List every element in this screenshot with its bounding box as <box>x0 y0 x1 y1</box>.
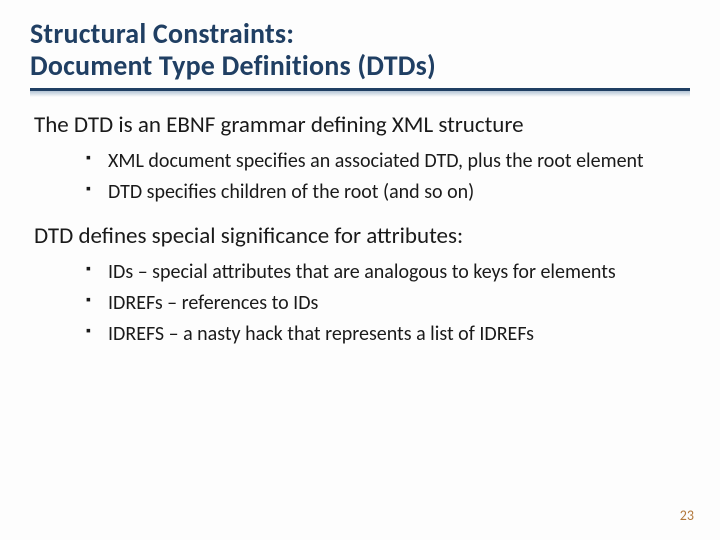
list-item: DTD specifies children of the root (and … <box>86 177 690 208</box>
list-item: IDREFs – references to IDs <box>86 288 690 319</box>
bullet-list: XML document specifies an associated DTD… <box>86 146 690 208</box>
title-line-1: Structural Constraints: <box>30 16 294 51</box>
bullet-list: IDs – special attributes that are analog… <box>86 257 690 350</box>
list-item: IDREFS – a nasty hack that represents a … <box>86 319 690 350</box>
section-lead: DTD defines special significance for att… <box>34 222 690 251</box>
title-line-2: Document Type Definitions (DTDs) <box>30 48 436 83</box>
title-underline <box>30 88 690 97</box>
slide-title: Structural Constraints: Document Type De… <box>30 18 690 82</box>
section-lead: The DTD is an EBNF grammar defining XML … <box>34 111 690 140</box>
list-item: IDs – special attributes that are analog… <box>86 257 690 288</box>
list-item: XML document specifies an associated DTD… <box>86 146 690 177</box>
page-number: 23 <box>680 507 694 524</box>
rule-shadow <box>30 91 690 97</box>
slide: Structural Constraints: Document Type De… <box>0 0 720 540</box>
